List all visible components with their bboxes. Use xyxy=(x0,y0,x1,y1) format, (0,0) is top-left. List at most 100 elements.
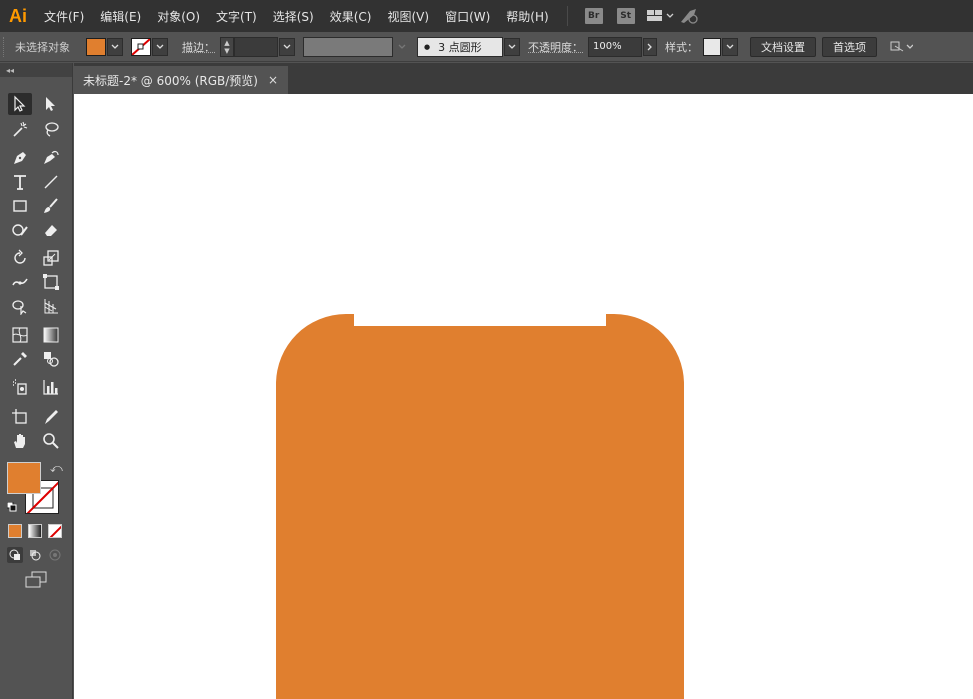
curvature-tool[interactable] xyxy=(39,147,63,169)
line-tool-icon xyxy=(44,175,58,189)
magic-wand-tool[interactable] xyxy=(8,118,32,140)
menu-separator xyxy=(566,6,568,26)
tools-panel: ◂◂ ⤺ xyxy=(0,63,73,699)
swap-fill-stroke-icon[interactable]: ⤺ xyxy=(50,461,63,476)
draw-inside-button[interactable] xyxy=(47,547,63,563)
brush-value: 3 点圆形 xyxy=(438,40,482,54)
chevron-down-icon xyxy=(508,44,516,49)
blend-tool[interactable] xyxy=(39,348,63,370)
fill-dropdown-button[interactable] xyxy=(107,37,123,56)
stroke-dropdown-button[interactable] xyxy=(152,37,168,56)
draw-normal-button[interactable] xyxy=(7,547,23,563)
graphic-style-swatch[interactable] xyxy=(703,37,721,56)
variable-width-profile[interactable] xyxy=(303,36,393,57)
menu-select[interactable]: 选择(S) xyxy=(265,0,322,32)
eyedropper-tool[interactable] xyxy=(8,348,32,370)
stroke-weight-stepper[interactable]: ▲ ▼ xyxy=(220,36,234,57)
document-tab-bar: 未标题-2* @ 600% (RGB/预览) × xyxy=(74,63,973,94)
type-tool[interactable] xyxy=(8,171,32,193)
style-dropdown-button[interactable] xyxy=(722,37,738,56)
slice-tool[interactable] xyxy=(39,406,63,428)
mesh-tool[interactable] xyxy=(8,324,32,346)
lasso-tool[interactable] xyxy=(39,118,63,140)
zoom-tool-icon xyxy=(43,433,59,449)
brush-definition-field[interactable]: ● 3 点圆形 xyxy=(417,36,503,57)
arrange-documents-icon xyxy=(646,10,674,21)
fill-color-swatch[interactable] xyxy=(86,37,106,56)
free-transform-tool[interactable] xyxy=(39,271,63,293)
opacity-input[interactable]: 100% xyxy=(588,36,642,57)
menu-help[interactable]: 帮助(H) xyxy=(498,0,556,32)
gradient-mode-button[interactable] xyxy=(28,524,42,538)
document-tab-title: 未标题-2* @ 600% (RGB/预览) xyxy=(83,73,258,88)
bridge-button[interactable]: Br xyxy=(584,8,603,24)
mesh-tool-icon xyxy=(12,327,28,343)
artboard-canvas[interactable] xyxy=(74,94,973,699)
profile-dropdown[interactable] xyxy=(393,44,411,50)
artboard-tool[interactable] xyxy=(8,406,32,428)
down-arrow-icon: ▼ xyxy=(224,46,230,55)
brush-dropdown-button[interactable] xyxy=(504,37,520,56)
gradient-tool[interactable] xyxy=(39,324,63,346)
none-mode-button[interactable] xyxy=(48,524,62,538)
chevron-right-icon xyxy=(647,43,652,50)
shaper-tool[interactable] xyxy=(8,219,32,241)
menu-edit[interactable]: 编辑(E) xyxy=(92,0,149,32)
slice-tool-icon xyxy=(45,410,58,424)
orange-rounded-shape[interactable] xyxy=(276,314,684,699)
document-tab[interactable]: 未标题-2* @ 600% (RGB/预览) × xyxy=(74,66,288,94)
document-setup-button[interactable]: 文档设置 xyxy=(750,36,816,57)
stroke-weight-input[interactable] xyxy=(234,36,278,57)
zoom-tool[interactable] xyxy=(39,430,63,452)
opacity-flyout-button[interactable] xyxy=(643,37,657,56)
free-transform-tool-icon xyxy=(43,274,59,290)
menu-effect[interactable]: 效果(C) xyxy=(322,0,380,32)
menu-window[interactable]: 窗口(W) xyxy=(437,0,498,32)
menu-view[interactable]: 视图(V) xyxy=(379,0,437,32)
column-graph-tool[interactable] xyxy=(39,376,63,398)
selection-tool[interactable] xyxy=(8,93,32,115)
menu-file[interactable]: 文件(F) xyxy=(36,0,92,32)
hand-tool[interactable] xyxy=(8,430,32,452)
artwork xyxy=(276,314,684,699)
panel-menu-button[interactable] xyxy=(889,39,913,55)
line-segment-tool[interactable] xyxy=(39,171,63,193)
close-tab-icon[interactable]: × xyxy=(268,73,278,87)
symbol-sprayer-tool[interactable] xyxy=(8,376,32,398)
menu-object[interactable]: 对象(O) xyxy=(149,0,208,32)
paintbrush-tool[interactable] xyxy=(39,195,63,217)
magic-wand-tool-icon xyxy=(13,121,28,137)
chevron-down-icon xyxy=(111,44,119,49)
illustrator-logo: Ai xyxy=(9,5,27,26)
perspective-grid-tool[interactable] xyxy=(39,295,63,317)
rectangle-tool[interactable] xyxy=(8,195,32,217)
preferences-button[interactable]: 首选项 xyxy=(822,36,877,57)
default-fill-stroke-icon[interactable] xyxy=(6,501,17,512)
rotate-tool[interactable] xyxy=(8,247,32,269)
width-tool[interactable] xyxy=(8,271,32,293)
eraser-tool[interactable] xyxy=(39,219,63,241)
scale-tool[interactable] xyxy=(39,247,63,269)
shape-builder-tool[interactable] xyxy=(8,295,32,317)
tools-panel-header[interactable]: ◂◂ xyxy=(0,63,72,77)
lasso-tool-icon xyxy=(45,122,59,137)
opacity-label[interactable]: 不透明度： xyxy=(528,39,583,55)
direct-selection-tool[interactable] xyxy=(39,93,63,115)
gradient-tool-icon xyxy=(43,327,59,343)
pen-tool[interactable] xyxy=(8,147,32,169)
panel-grip[interactable] xyxy=(3,36,9,57)
arrange-documents-button[interactable] xyxy=(646,9,674,23)
stock-button[interactable]: St xyxy=(616,8,635,24)
screen-mode-button[interactable] xyxy=(24,570,48,590)
menu-type[interactable]: 文字(T) xyxy=(208,0,265,32)
color-mode-button[interactable] xyxy=(8,524,22,538)
stroke-label[interactable]: 描边： xyxy=(182,39,215,55)
gpu-rocket-icon xyxy=(680,9,698,24)
width-tool-icon xyxy=(12,278,28,286)
gpu-performance-button[interactable] xyxy=(678,7,700,25)
fill-swatch[interactable] xyxy=(7,462,41,494)
stroke-weight-dropdown[interactable] xyxy=(279,37,295,56)
collapse-panel-icon[interactable]: ◂◂ xyxy=(6,66,14,75)
stroke-color-swatch[interactable] xyxy=(131,37,151,56)
draw-behind-button[interactable] xyxy=(27,547,43,563)
